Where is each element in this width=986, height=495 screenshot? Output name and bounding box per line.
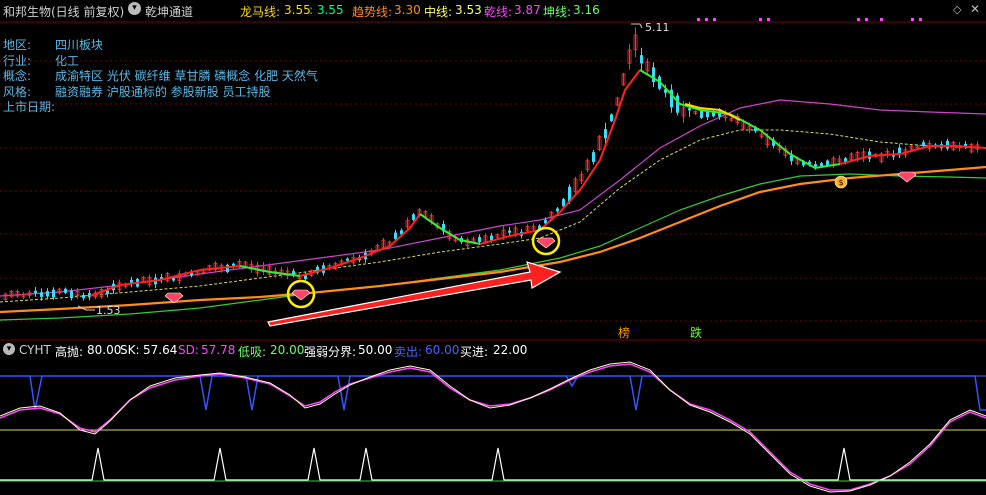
- oscillator-chart[interactable]: [0, 0, 986, 495]
- buy-signal-line: [0, 447, 986, 481]
- sell-signal-line: [0, 375, 986, 411]
- sd-line: [0, 363, 986, 491]
